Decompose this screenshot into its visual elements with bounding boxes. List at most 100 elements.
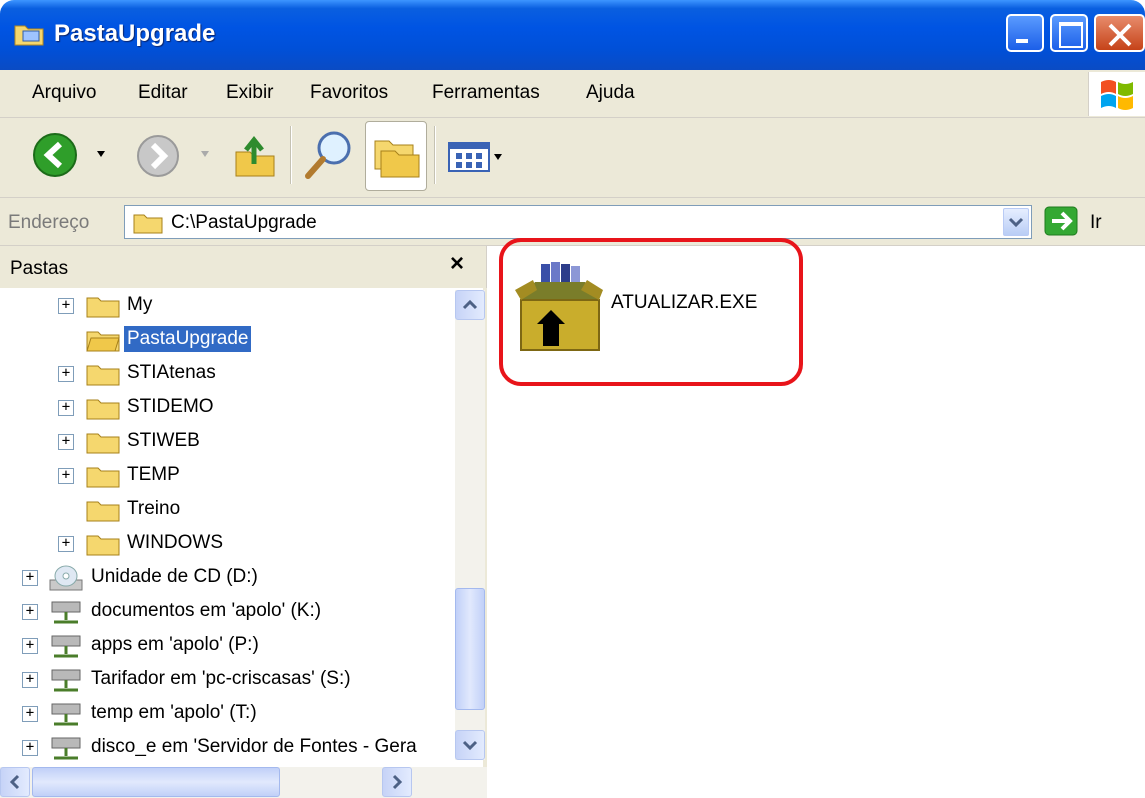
folder-open-icon: [86, 331, 120, 352]
expand-icon[interactable]: +: [22, 638, 38, 654]
cd-drive-icon: [49, 565, 83, 591]
window-title: PastaUpgrade: [54, 20, 216, 47]
tree-vertical-scrollbar[interactable]: [455, 290, 485, 760]
file-list-view[interactable]: ATUALIZAR.EXE: [491, 238, 1145, 798]
minimize-button[interactable]: [1006, 14, 1044, 52]
address-input[interactable]: C:\PastaUpgrade: [124, 205, 1032, 239]
menu-exibir[interactable]: Exibir: [226, 82, 274, 104]
tree-item-treino[interactable]: Treino: [0, 494, 455, 526]
folder-icon: [86, 467, 120, 488]
views-button[interactable]: [448, 142, 504, 180]
scroll-left-button[interactable]: [0, 767, 30, 797]
tree-label-selected: PastaUpgrade: [124, 326, 252, 352]
tree-item-stidemo[interactable]: + STIDEMO: [0, 392, 455, 424]
menu-editar[interactable]: Editar: [138, 82, 188, 104]
chevron-up-icon: [462, 299, 478, 310]
expand-icon[interactable]: +: [58, 400, 74, 416]
folders-pane-close-button[interactable]: ×: [450, 250, 464, 278]
back-icon: [33, 133, 77, 177]
address-label: Endereço: [8, 212, 90, 233]
up-folder-button[interactable]: [232, 130, 278, 186]
back-button[interactable]: [32, 132, 78, 184]
tree-item-temp[interactable]: + TEMP: [0, 460, 455, 492]
title-bar[interactable]: PastaUpgrade: [0, 0, 1145, 70]
expand-icon[interactable]: +: [58, 536, 74, 552]
tree-item-network-s[interactable]: + Tarifador em 'pc-criscasas' (S:): [0, 664, 455, 696]
expand-icon[interactable]: +: [58, 298, 74, 314]
address-value: C:\PastaUpgrade: [171, 212, 317, 233]
menu-arquivo[interactable]: Arquivo: [32, 82, 96, 104]
views-icon: [448, 142, 502, 172]
up-folder-icon: [235, 135, 275, 177]
folder-icon: [86, 365, 120, 386]
file-item-atualizar[interactable]: [515, 260, 603, 362]
folder-icon: [86, 399, 120, 420]
network-drive-icon: [51, 669, 81, 692]
forward-dropdown-icon[interactable]: [200, 150, 210, 158]
tree-item-network-k[interactable]: + documentos em 'apolo' (K:): [0, 596, 455, 628]
expand-icon[interactable]: +: [58, 434, 74, 450]
scroll-up-button[interactable]: [455, 290, 485, 320]
network-drive-icon: [51, 601, 81, 624]
scroll-thumb[interactable]: [455, 588, 485, 710]
back-dropdown-icon[interactable]: [96, 150, 106, 158]
menu-favoritos[interactable]: Favoritos: [310, 82, 388, 104]
expand-icon[interactable]: +: [22, 672, 38, 688]
tree-item-network-p[interactable]: + apps em 'apolo' (P:): [0, 630, 455, 662]
tree-label: WINDOWS: [127, 532, 224, 553]
scroll-thumb[interactable]: [32, 767, 280, 797]
folder-tree: + My PastaUpgrade + STIAtenas + STIDEMO …: [0, 288, 487, 798]
expand-icon[interactable]: +: [58, 468, 74, 484]
go-label: Ir: [1090, 212, 1102, 233]
close-icon: [1108, 23, 1132, 47]
folders-icon: [374, 140, 420, 178]
forward-icon: [137, 135, 179, 177]
windows-flag-icon: [1101, 80, 1133, 110]
tree-horizontal-scrollbar[interactable]: [0, 767, 487, 798]
forward-button[interactable]: [136, 134, 180, 184]
installer-box-icon: [515, 262, 603, 351]
folders-button[interactable]: [365, 121, 427, 191]
folder-icon: [14, 25, 44, 46]
scroll-down-button[interactable]: [455, 730, 485, 760]
expand-icon[interactable]: +: [22, 706, 38, 722]
close-button[interactable]: [1094, 14, 1145, 52]
folder-icon: [86, 535, 120, 556]
tree-item-stiweb[interactable]: + STIWEB: [0, 426, 455, 458]
search-button[interactable]: [302, 128, 356, 188]
expand-icon[interactable]: +: [58, 366, 74, 382]
tree-label: TEMP: [127, 464, 180, 485]
folders-pane-header: Pastas ×: [0, 246, 487, 288]
scroll-right-button[interactable]: [382, 767, 412, 797]
tree-label: STIWEB: [127, 430, 200, 451]
menu-bar: Arquivo Editar Exibir Favoritos Ferramen…: [0, 70, 1145, 118]
chevron-right-icon: [392, 774, 403, 790]
tree-label: Unidade de CD (D:): [91, 566, 258, 587]
tree-item-cd-drive[interactable]: + Unidade de CD (D:): [0, 562, 455, 594]
tree-label: Treino: [127, 498, 181, 519]
search-icon: [305, 131, 351, 179]
expand-icon[interactable]: +: [22, 570, 38, 586]
tree-label: My: [127, 294, 153, 315]
menu-ajuda[interactable]: Ajuda: [586, 82, 635, 104]
tree-item-network-t[interactable]: + temp em 'apolo' (T:): [0, 698, 455, 730]
tree-label: disco_e em 'Servidor de Fontes - Gera: [91, 736, 417, 757]
tree-label: temp em 'apolo' (T:): [91, 702, 257, 723]
tree-item-my[interactable]: + My: [0, 290, 455, 322]
folder-icon: [86, 501, 120, 522]
tree-item-pastaupgrade[interactable]: PastaUpgrade: [0, 324, 455, 356]
network-drive-icon: [51, 635, 81, 658]
tree-item-windows[interactable]: + WINDOWS: [0, 528, 455, 560]
folder-icon: [86, 297, 120, 318]
maximize-button[interactable]: [1050, 14, 1088, 52]
address-dropdown-button[interactable]: [1003, 208, 1029, 236]
tree-label: documentos em 'apolo' (K:): [91, 600, 322, 621]
tree-label: Tarifador em 'pc-criscasas' (S:): [91, 668, 351, 689]
tree-item-stiatenas[interactable]: + STIAtenas: [0, 358, 455, 390]
expand-icon[interactable]: +: [22, 740, 38, 756]
expand-icon[interactable]: +: [22, 604, 38, 620]
tree-item-network-e[interactable]: + disco_e em 'Servidor de Fontes - Gera: [0, 732, 455, 764]
menu-ferramentas[interactable]: Ferramentas: [432, 82, 540, 104]
go-button[interactable]: Ir: [1044, 206, 1134, 238]
network-drive-icon: [51, 703, 81, 726]
